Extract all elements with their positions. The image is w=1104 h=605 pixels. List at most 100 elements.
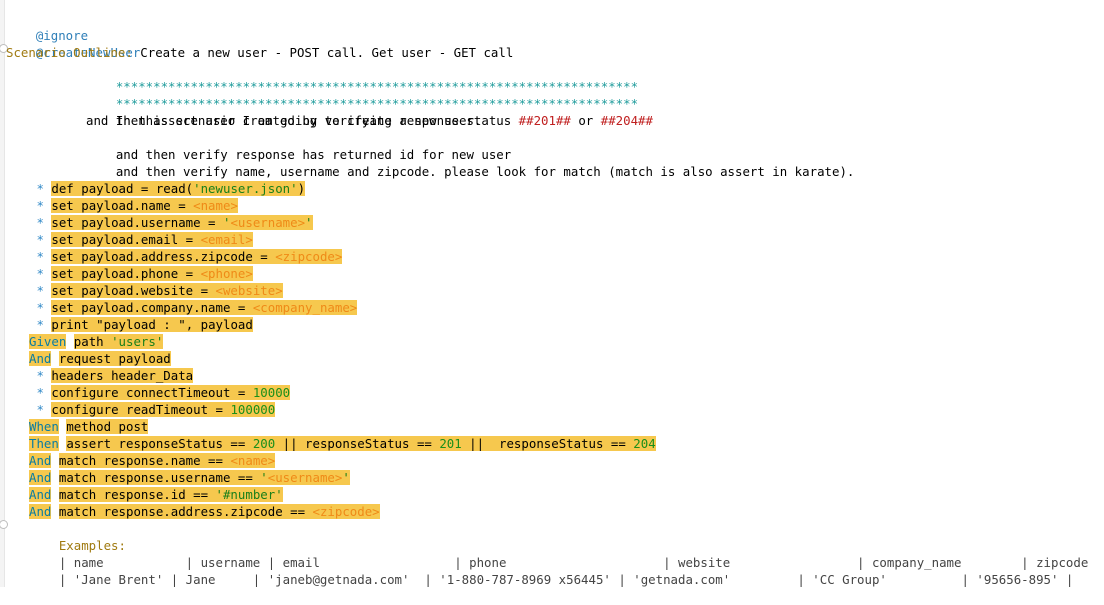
step-token: set payload.username = — [51, 215, 223, 230]
step-line: When method post — [6, 418, 1104, 435]
step-token: <company_name> — [252, 300, 358, 315]
step-token: <username> — [230, 215, 306, 230]
step-token: , payload — [185, 317, 253, 332]
tag-line: @createNewUser — [6, 27, 1104, 60]
step-token: ) — [297, 181, 306, 196]
step-body: set payload.address.zipcode = <zipcode> — [51, 249, 343, 264]
step-token: "payload : " — [96, 317, 186, 332]
step-token: match response.name == — [58, 453, 231, 468]
step-token: headers header_Data — [51, 368, 194, 383]
step-body: path 'users' — [73, 334, 164, 349]
step-line: * set payload.name = <name> — [6, 197, 1104, 214]
scenario-title: Create a new user - POST call. Get user … — [140, 45, 514, 60]
step-token: 204 — [633, 436, 656, 451]
step-token: method post — [66, 419, 149, 434]
step-line: * print "payload : ", payload — [6, 316, 1104, 333]
step-line: And match response.username == '<usernam… — [6, 469, 1104, 486]
step-body: print "payload : ", payload — [51, 317, 253, 332]
step-body: set payload.name = <name> — [51, 198, 238, 213]
step-body: set payload.phone = <phone> — [51, 266, 253, 281]
step-token: <website> — [215, 283, 283, 298]
examples-row: | 'Jane Brent' | Jane | 'janeb@getnada.c… — [58, 572, 1074, 587]
step-keyword: And — [29, 453, 52, 468]
step-body: set payload.username = '<username>' — [51, 215, 313, 230]
step-token: set payload.company.name = — [51, 300, 253, 315]
step-line: Given path 'users' — [6, 333, 1104, 350]
description-line: In this scenario I am going to create a … — [6, 95, 1104, 128]
step-token: 200 — [252, 436, 276, 451]
step-bullet: * — [29, 402, 52, 417]
step-bullet: * — [29, 215, 52, 230]
step-token: assert responseStatus == — [66, 436, 253, 451]
step-token: set payload.website = — [51, 283, 216, 298]
description-line: and then verify response has returned id… — [6, 129, 1104, 162]
step-bullet: * — [29, 181, 52, 196]
step-token: ' — [305, 215, 313, 230]
step-token: print — [51, 317, 97, 332]
step-token: 10000 — [252, 385, 291, 400]
examples-data-row: | 'Jane Brent' | Jane | 'janeb@getnada.c… — [6, 554, 1104, 587]
step-token: <username> — [267, 470, 343, 485]
step-body: set payload.email = <email> — [51, 232, 253, 247]
step-token: 201 — [439, 436, 462, 451]
step-body: set payload.website = <website> — [51, 283, 283, 298]
step-token: || responseStatus == — [275, 436, 440, 451]
examples-header-row: | name | username | email | phone | webs… — [6, 537, 1104, 570]
step-token: || responseStatus == — [461, 436, 634, 451]
step-token: <name> — [193, 198, 238, 213]
step-token: configure connectTimeout = — [51, 385, 253, 400]
step-line: And request payload — [6, 350, 1104, 367]
step-body: set payload.company.name = <company_name… — [51, 300, 358, 315]
step-token: match response.address.zipcode == — [58, 504, 313, 519]
step-token: set payload.email = — [51, 232, 201, 247]
step-bullet: * — [29, 232, 52, 247]
step-line: * headers header_Data — [6, 367, 1104, 384]
step-token: set payload.address.zipcode = — [51, 249, 276, 264]
step-token: path — [73, 334, 112, 349]
step-line: * set payload.username = '<username>' — [6, 214, 1104, 231]
step-token: ' — [260, 470, 268, 485]
step-line: * configure connectTimeout = 10000 — [6, 384, 1104, 401]
step-token: set payload.phone = — [51, 266, 201, 281]
step-line: And match response.id == '#number' — [6, 486, 1104, 503]
step-token: set payload.name = — [51, 198, 194, 213]
step-token: <name> — [230, 453, 276, 468]
step-body: match response.address.zipcode == <zipco… — [58, 504, 380, 519]
status-code: ##204## — [600, 113, 653, 128]
step-body: match response.id == '#number' — [58, 487, 283, 502]
description-text: or — [570, 113, 601, 128]
step-token: <zipcode> — [275, 249, 343, 264]
step-bullet: * — [29, 300, 52, 315]
step-body: configure connectTimeout = 10000 — [51, 385, 291, 400]
code-editor[interactable]: @ignore @createNewUser Scenario Outline:… — [6, 10, 1104, 587]
step-body: configure readTimeout = 100000 — [51, 402, 276, 417]
stars-line: ****************************************… — [6, 61, 1104, 94]
step-token: match response.id == — [58, 487, 216, 502]
step-keyword: And — [29, 504, 52, 519]
step-token: request payload — [58, 351, 171, 366]
step-token: match response.username == — [58, 470, 261, 485]
tag-line: @ignore — [6, 10, 1104, 43]
description-line: and then assert user created by verifyin… — [6, 112, 1104, 129]
step-line: And match response.name == <name> — [6, 452, 1104, 469]
step-body: method post — [66, 419, 149, 434]
step-line: And match response.address.zipcode == <z… — [6, 503, 1104, 520]
step-token: ' — [342, 470, 350, 485]
step-body: match response.username == '<username>' — [58, 470, 350, 485]
editor-gutter — [0, 0, 8, 587]
step-body: headers header_Data — [51, 368, 194, 383]
step-bullet: * — [29, 198, 52, 213]
step-keyword: Given — [29, 334, 67, 349]
step-bullet: * — [29, 249, 52, 264]
stars-line: ****************************************… — [6, 78, 1104, 111]
step-bullet: * — [29, 385, 52, 400]
step-keyword: And — [29, 470, 52, 485]
step-line: * set payload.phone = <phone> — [6, 265, 1104, 282]
step-keyword: And — [29, 487, 52, 502]
step-bullet: * — [29, 266, 52, 281]
step-line: * set payload.address.zipcode = <zipcode… — [6, 248, 1104, 265]
step-body: def payload = read('newuser.json') — [51, 181, 306, 196]
status-code: ##201## — [518, 113, 571, 128]
step-line: * def payload = read('newuser.json') — [6, 180, 1104, 197]
